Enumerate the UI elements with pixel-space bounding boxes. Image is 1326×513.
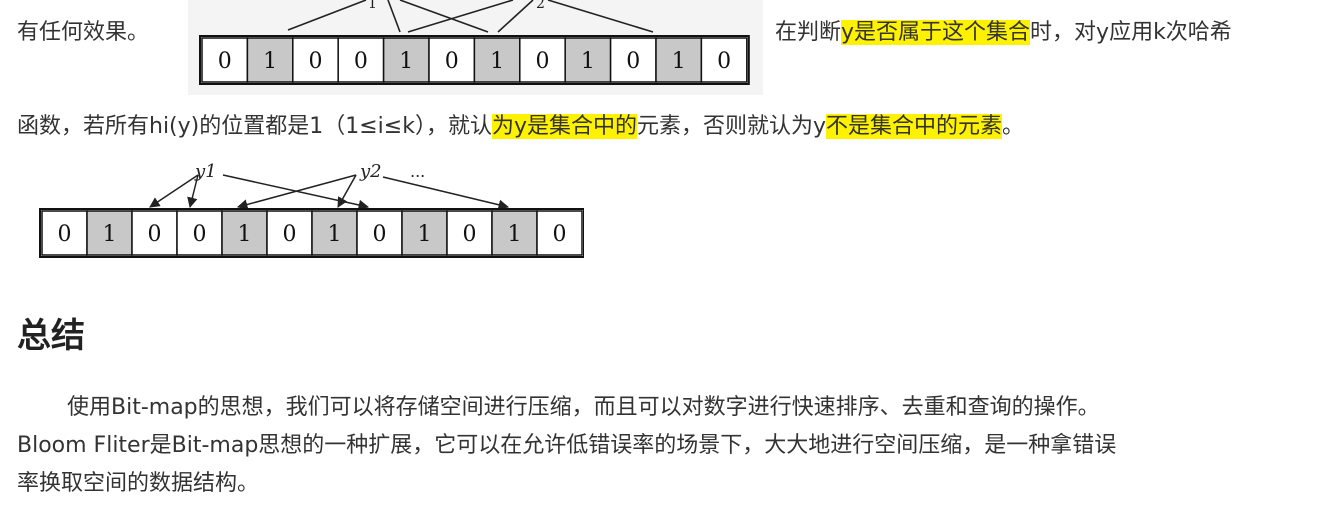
ellipsis-label: ... (410, 162, 425, 181)
text-line-2-p1: 函数，若所有hi(y)的位置都是1（1≤i≤k），就认 (17, 114, 492, 139)
bottom-bit-bit: 1 (418, 222, 432, 247)
bottom-bit-bit: 0 (148, 222, 162, 247)
bottom-bit-bit: 1 (328, 222, 342, 247)
text-line-2-p2: 元素，否则就认为y (637, 114, 827, 139)
section-heading-summary: 总结 (17, 316, 85, 356)
summary-paragraph: 使用Bit-map的思想，我们可以将存储空间进行压缩，而且可以对数字进行快速排序… (17, 389, 1317, 503)
top-bit-bit: 1 (399, 49, 413, 74)
top-bit-bit: 0 (717, 49, 731, 74)
bottom-bit-bit: 1 (508, 222, 522, 247)
top-bit-bit: 0 (354, 49, 368, 74)
hash-label-2: 2 (536, 0, 545, 12)
summary-line-2: Bloom Fliter是Bit-map思想的一种扩展，它可以在允许低错误率的场… (17, 433, 1117, 458)
top-bit-bit: 1 (490, 49, 504, 74)
top-bit-bit: 0 (626, 49, 640, 74)
bottom-bit-bit: 1 (103, 222, 117, 247)
highlight-not-in-set: 不是集合中的元素 (826, 114, 1003, 139)
top-bit-bit: 0 (218, 49, 232, 74)
text-line-2-p3: 。 (1002, 114, 1025, 139)
top-bit-bit: 0 (309, 49, 323, 74)
element-label-y1: y1 (194, 161, 217, 182)
summary-line-1: 使用Bit-map的思想，我们可以将存储空间进行压缩，而且可以对数字进行快速排序… (67, 395, 1100, 420)
text-line-2: 函数，若所有hi(y)的位置都是1（1≤i≤k），就认为y是集合中的元素，否则就… (17, 112, 1024, 142)
element-label-y2: y2 (359, 161, 382, 182)
top-bit-bit: 1 (581, 49, 595, 74)
top-bit-bit: 1 (672, 49, 686, 74)
bottom-bit-bit: 0 (283, 222, 297, 247)
bloom-filter-figure-bottom: y1 y2 ... 0 1 0 0 1 0 1 0 1 0 1 0 (39, 161, 584, 258)
text-line-1-left: 有任何效果。 (17, 20, 150, 45)
top-bit-bit: 0 (445, 49, 459, 74)
bloom-filter-figure-top: 1 2 0 1 0 0 1 0 1 0 1 0 1 0 (188, 0, 763, 95)
highlight-is-in-set: 为y是集合中的 (491, 114, 637, 139)
top-bit-bit: 0 (536, 49, 550, 74)
hash-label-1: 1 (368, 0, 377, 12)
highlight-y-in-set: y是否属于这个集合 (841, 20, 1031, 45)
bottom-bit-bit: 1 (238, 222, 252, 247)
bottom-bit-bit: 0 (373, 222, 387, 247)
text-line-1-right: 在判断y是否属于这个集合时，对y应用k次哈希 (775, 18, 1232, 48)
bottom-bit-bit: 0 (463, 222, 477, 247)
bottom-bit-bit: 0 (553, 222, 567, 247)
summary-line-3: 率换取空间的数据结构。 (17, 471, 260, 496)
text-line-1-right-pre: 在判断 (775, 20, 842, 45)
bottom-bit-bit: 0 (58, 222, 72, 247)
text-line-1-right-post: 时，对y应用k次哈希 (1030, 20, 1232, 45)
bottom-bit-bit: 0 (193, 222, 207, 247)
top-bit-bit: 1 (263, 49, 277, 74)
